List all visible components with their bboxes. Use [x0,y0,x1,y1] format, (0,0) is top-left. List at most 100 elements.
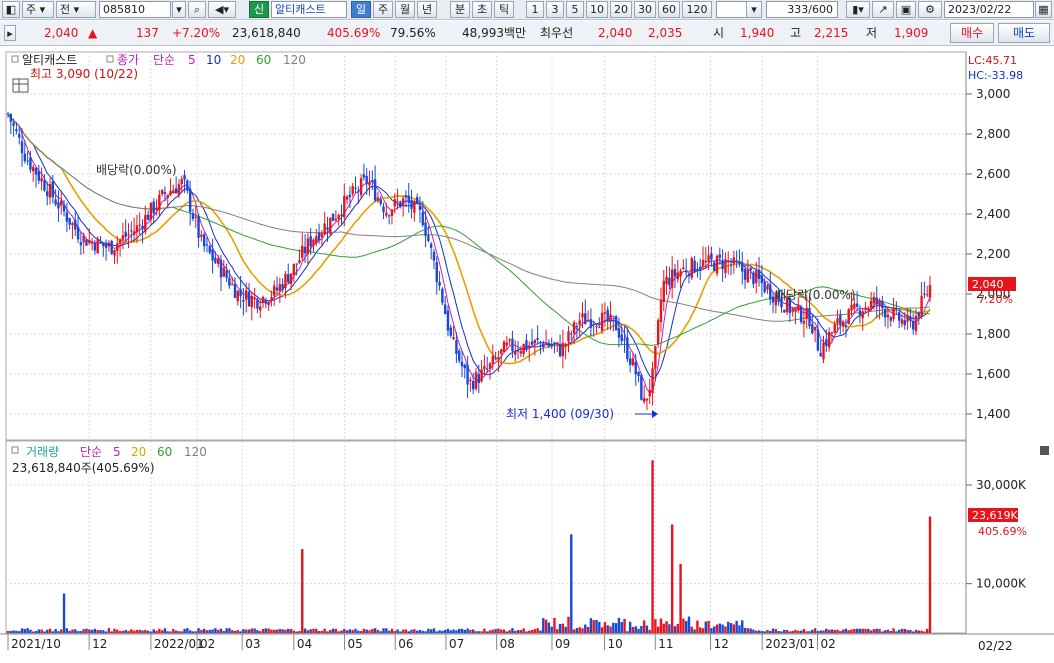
interval-20[interactable]: 20 [610,1,632,18]
volume-bar [875,628,878,633]
period-tab-year[interactable]: 년 [417,1,437,18]
custom-interval-dropdown[interactable]: ▾ [746,1,762,18]
open-label: 시 [713,26,725,40]
candle-body [763,281,766,293]
gear-icon[interactable]: ⚙ [918,1,942,18]
volume-bar [205,630,209,633]
volume-bar [261,629,265,633]
volume-bar [858,628,862,633]
volume-bar [301,549,304,633]
market-select[interactable]: 전 ▾ [56,1,96,18]
candle-body [598,327,601,329]
stock-chart[interactable]: 3,0002,8002,6002,4002,2002,0001,8001,600… [0,46,1054,663]
buy-button[interactable]: 매수 [950,23,994,43]
calendar-icon[interactable]: ▦ [1035,1,1052,18]
interval-60[interactable]: 60 [658,1,680,18]
volume-bar [373,628,377,633]
volume-bar [415,630,419,633]
interval-1[interactable]: 1 [526,1,544,18]
audio-icon[interactable]: ◀▾ [208,1,236,18]
candle-body [247,291,251,307]
volume-bar [642,620,646,633]
volume-bar [348,629,352,633]
volume-bar [270,629,273,633]
candle-body [32,166,35,172]
candle-body [373,179,377,201]
interval-5[interactable]: 5 [566,1,584,18]
volume-bar [267,628,270,633]
sell-button[interactable]: 매도 [998,23,1050,43]
chevron-down-icon: ▾ [751,3,757,16]
candle-body [614,316,618,331]
volume-bar [673,626,677,633]
save-icon[interactable]: ▣ [896,1,916,18]
candle-body [906,314,909,322]
layout-icon[interactable]: ◧ [2,1,20,18]
volume-bar [233,630,237,633]
period-tab-month[interactable]: 월 [395,1,415,18]
code-dropdown[interactable]: ▾ [172,1,186,18]
x-axis-label: 08 [500,637,515,651]
candle-body [822,342,825,360]
volume-bar [452,629,455,633]
interval-30[interactable]: 30 [634,1,656,18]
candle-body [528,345,531,348]
candle-body [816,329,820,351]
candle-body [40,178,43,182]
interval-10[interactable]: 10 [586,1,608,18]
volume-bar [23,629,27,633]
interval-120[interactable]: 120 [682,1,712,18]
candle-type-icon[interactable]: ▮▾ [846,1,870,18]
period-select[interactable]: 주 ▾ [22,1,54,18]
data-count-field[interactable]: 333/600 [766,1,838,18]
candle-body [261,296,265,304]
candle-body [317,232,321,241]
x-axis-label: 2021/10 [11,637,61,651]
volume-bar [211,629,214,633]
candle-body [309,236,312,247]
candle-body [771,296,775,303]
volume-bar [598,621,601,633]
volume-bar [690,626,693,633]
table-icon[interactable] [12,78,29,93]
stock-name-field: 알티캐스트 [271,1,347,18]
candle-body [483,365,486,370]
volume-bar [656,626,660,633]
volume-bar [432,628,436,633]
candle-body [847,309,850,325]
candle-body [172,190,175,194]
period-tab-week[interactable]: 주 [373,1,393,18]
volume-bar [466,628,469,633]
period-tab-second[interactable]: 초 [472,1,492,18]
volume-bar [679,563,682,633]
date-input[interactable]: 2023/02/22 [944,1,1034,18]
close-panel-icon[interactable] [1040,446,1049,455]
candle-body [595,325,598,327]
stock-code-input[interactable]: 085810 [99,1,171,18]
candle-body [903,320,906,326]
quote-expand-icon[interactable]: ▸ [4,25,16,41]
volume-bar [822,630,825,633]
candle-body [564,343,567,347]
period-tab-minute[interactable]: 분 [450,1,470,18]
drawing-tool-icon[interactable]: ↗ [872,1,894,18]
candle-body [589,319,593,328]
interval-3[interactable]: 3 [546,1,564,18]
volume-bar [152,629,155,633]
volume-bar [34,630,38,633]
search-icon[interactable]: ⌕ [188,1,206,18]
volume-bar [502,629,506,633]
volume-bar [550,626,553,633]
period-tab-tick[interactable]: 틱 [494,1,514,18]
candle-body [505,342,509,346]
volume-bar [727,621,730,633]
volume-bar [273,629,276,633]
candle-body [769,284,772,300]
volume-bar [553,617,556,633]
volume-bar [567,616,570,633]
current-volume-tag-value: 23,619K [972,509,1018,522]
candle-body [132,231,136,235]
period-tab-day[interactable]: 일 [351,1,371,18]
volume-bar [253,628,256,633]
volume-bar [572,629,576,633]
